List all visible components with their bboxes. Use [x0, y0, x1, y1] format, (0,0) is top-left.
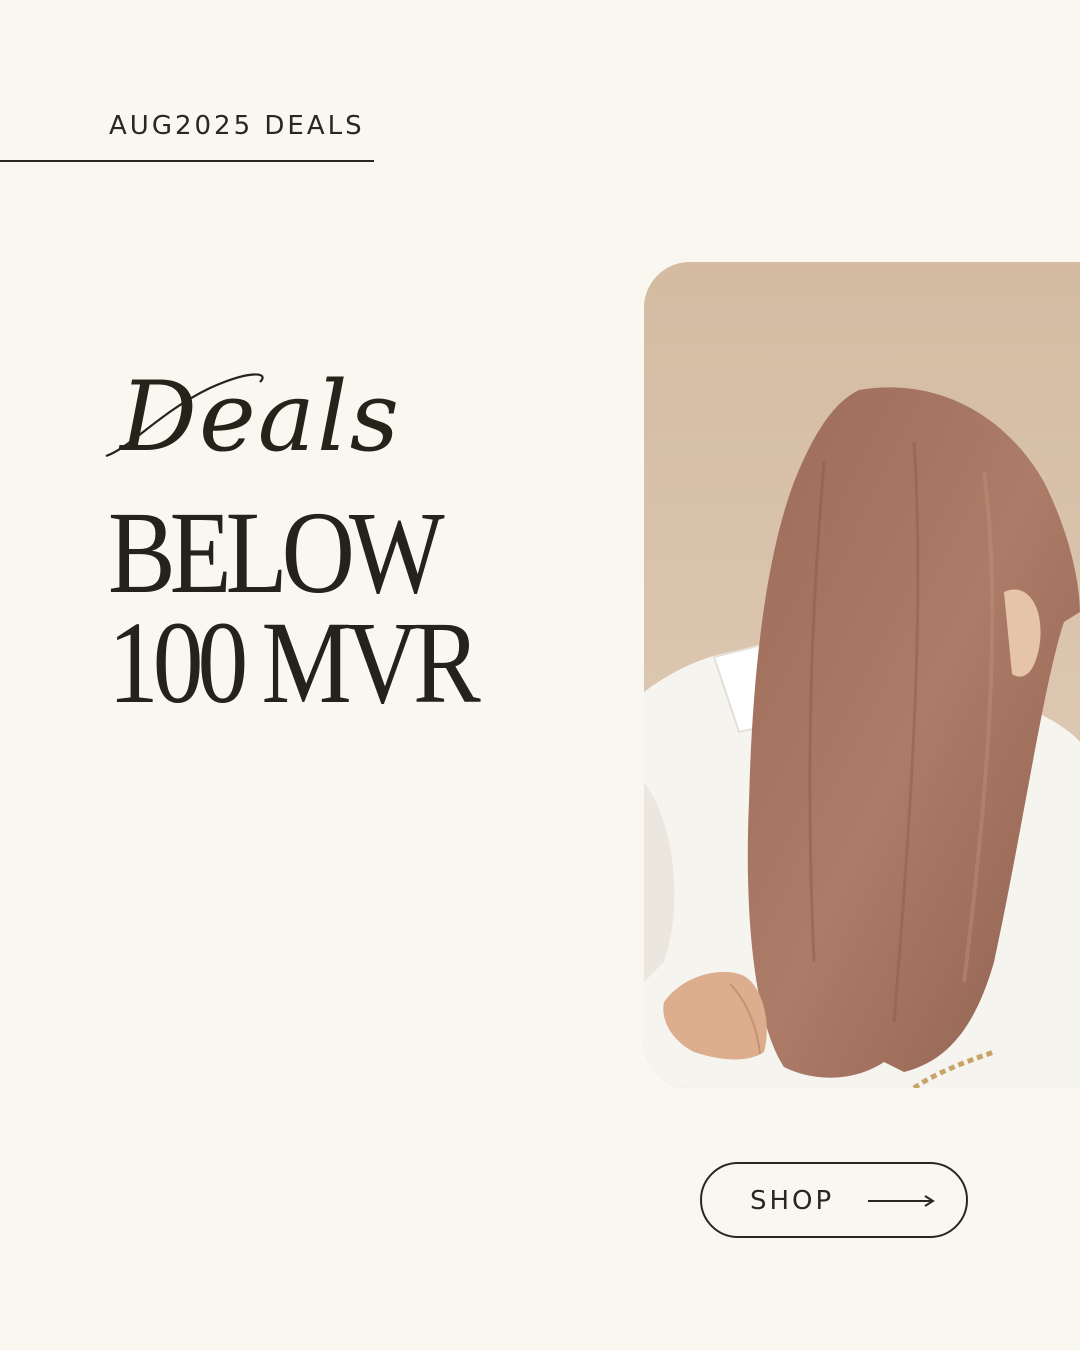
script-title-text: Deals — [118, 361, 401, 472]
headline-line-2: 100 MVR — [108, 597, 481, 728]
headline-line-1: BELOW — [108, 487, 445, 618]
shop-button[interactable]: SHOP — [700, 1162, 968, 1238]
promo-eyebrow: AUG2025 DEALS — [109, 111, 365, 141]
product-photo — [644, 262, 1080, 1088]
eyebrow-divider — [0, 160, 374, 162]
headline: BELOW 100 MVR — [108, 487, 481, 728]
script-title: Deals — [105, 361, 401, 472]
shop-button-label: SHOP — [750, 1186, 835, 1216]
model-illustration — [644, 262, 1080, 1088]
arrow-right-icon — [868, 1195, 935, 1207]
